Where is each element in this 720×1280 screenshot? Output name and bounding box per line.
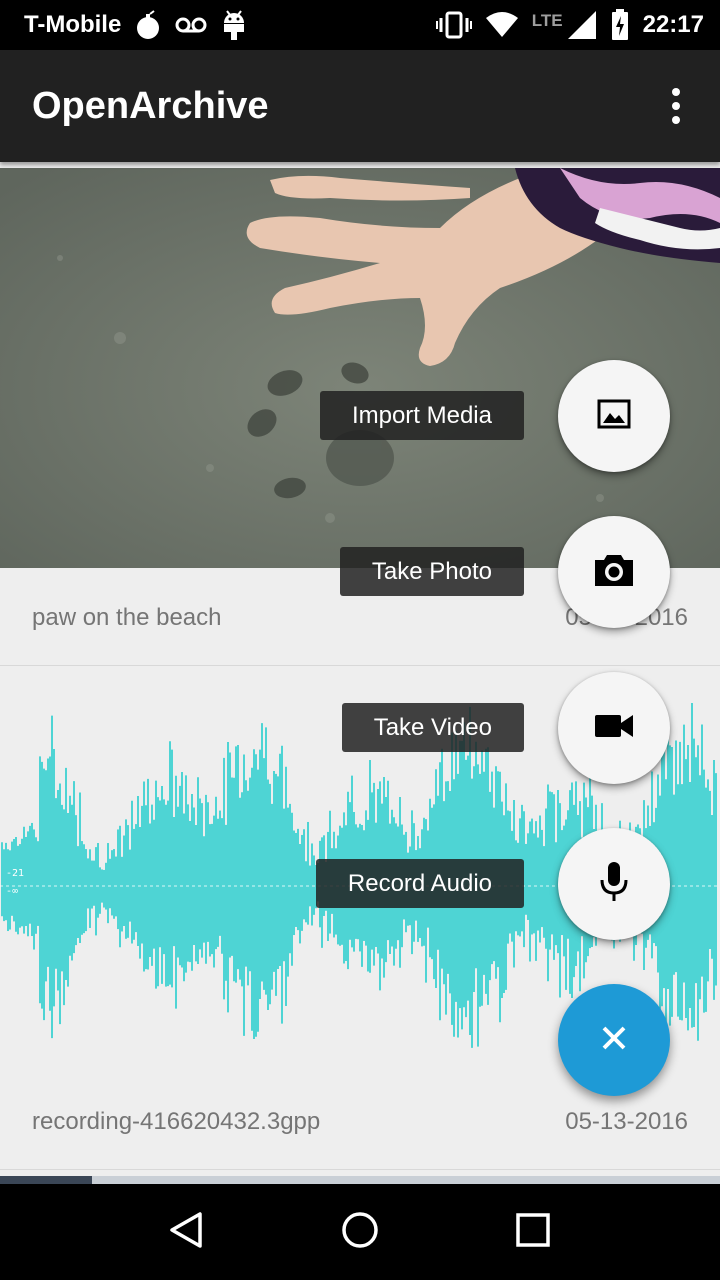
media-title: recording-416620432.3gpp [32, 1108, 321, 1135]
overflow-menu-icon[interactable] [664, 82, 688, 130]
import-media-label[interactable]: Import Media [319, 391, 524, 440]
waveform-scale-bottom: -∞ [6, 886, 18, 897]
videocam-icon [594, 712, 634, 745]
signal-icon [567, 10, 597, 40]
mic-icon [599, 861, 629, 908]
close-icon [601, 1025, 627, 1056]
camera-icon [593, 552, 635, 593]
clock: 22:17 [642, 11, 704, 38]
wifi-icon [485, 12, 518, 38]
bomb-icon [135, 10, 161, 40]
take-photo-button[interactable] [558, 516, 670, 628]
android-icon [221, 9, 247, 41]
system-nav-bar [0, 1184, 720, 1280]
home-button[interactable] [320, 1192, 400, 1272]
home-icon [340, 1210, 380, 1255]
app-bar: OpenArchive [0, 50, 720, 162]
import-media-button[interactable] [558, 360, 670, 472]
back-button[interactable] [147, 1192, 227, 1272]
screen: T-Mobile LTE 22:17 OpenArchive paw on th… [0, 0, 720, 1280]
media-date: 05-13-2016 [565, 1108, 688, 1135]
media-item-partial[interactable] [0, 1176, 720, 1184]
media-item-meta: recording-416620432.3gpp 05-13-2016 [32, 1108, 688, 1136]
voicemail-icon [175, 16, 207, 34]
vibrate-icon [435, 11, 472, 39]
take-video-label[interactable]: Take Video [341, 703, 524, 752]
recents-icon [515, 1212, 551, 1253]
media-title: paw on the beach [32, 604, 222, 631]
recents-button[interactable] [493, 1192, 573, 1272]
carrier-name: T-Mobile [24, 11, 122, 38]
close-fab-button[interactable] [558, 984, 670, 1096]
status-bar: T-Mobile LTE 22:17 [0, 0, 720, 50]
take-photo-label[interactable]: Take Photo [339, 547, 524, 596]
app-title: OpenArchive [32, 84, 269, 127]
record-audio-label[interactable]: Record Audio [315, 859, 524, 908]
record-audio-button[interactable] [558, 828, 670, 940]
image-icon [596, 396, 632, 437]
back-icon [167, 1210, 207, 1255]
battery-charging-icon [611, 9, 629, 41]
lte-label: LTE [531, 11, 563, 30]
waveform-scale-top: -21 [6, 868, 24, 879]
take-video-button[interactable] [558, 672, 670, 784]
